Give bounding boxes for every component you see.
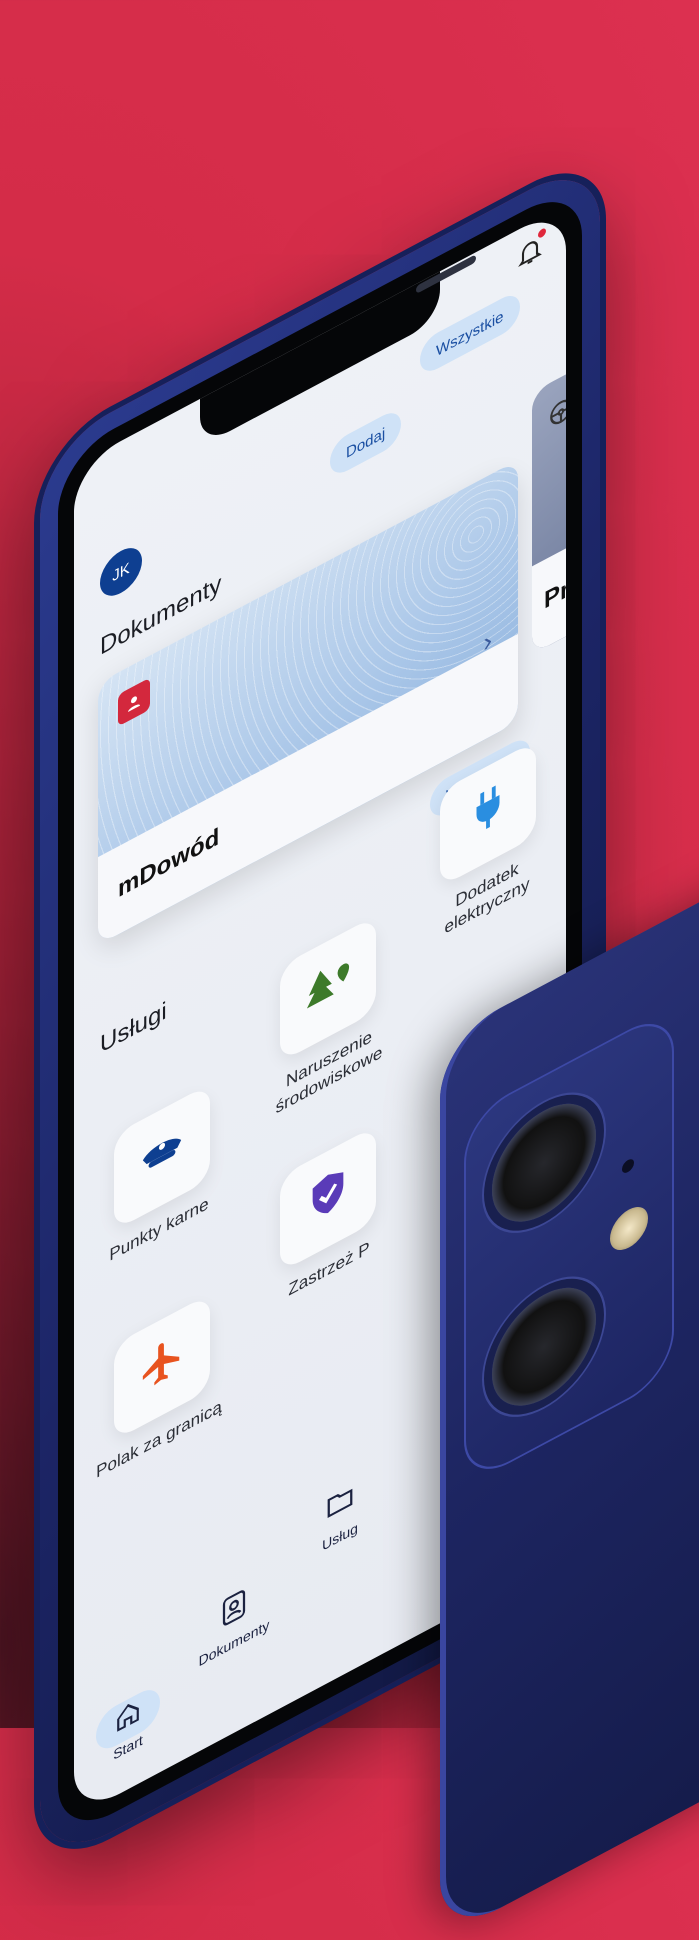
plug-icon xyxy=(465,774,511,854)
airplane-icon xyxy=(139,1327,185,1407)
shield-check-icon xyxy=(305,1159,351,1239)
camera-lens-icon xyxy=(492,1267,596,1427)
camera-lens-icon xyxy=(492,1083,596,1243)
tab-uslugi[interactable]: Usług xyxy=(290,1460,390,1571)
tab-start[interactable]: Start xyxy=(78,1673,178,1782)
add-document-button[interactable]: Dodaj xyxy=(330,405,402,480)
avatar[interactable]: JK xyxy=(100,539,142,605)
driving-license-card[interactable]: Pra xyxy=(532,349,566,655)
camera-module xyxy=(464,1005,674,1488)
microphone-icon xyxy=(622,1156,634,1176)
police-cap-icon xyxy=(139,1117,185,1197)
mockup-scene: JK Dodaj Wszystkie Dokumenty › mDowód Pr… xyxy=(0,0,699,1940)
services-title: Usługi xyxy=(100,996,167,1060)
flash-icon xyxy=(610,1199,648,1258)
tab-dokumenty[interactable]: Dokumenty xyxy=(184,1566,284,1677)
steering-wheel-icon xyxy=(548,392,566,439)
tree-pin-icon xyxy=(305,949,351,1029)
